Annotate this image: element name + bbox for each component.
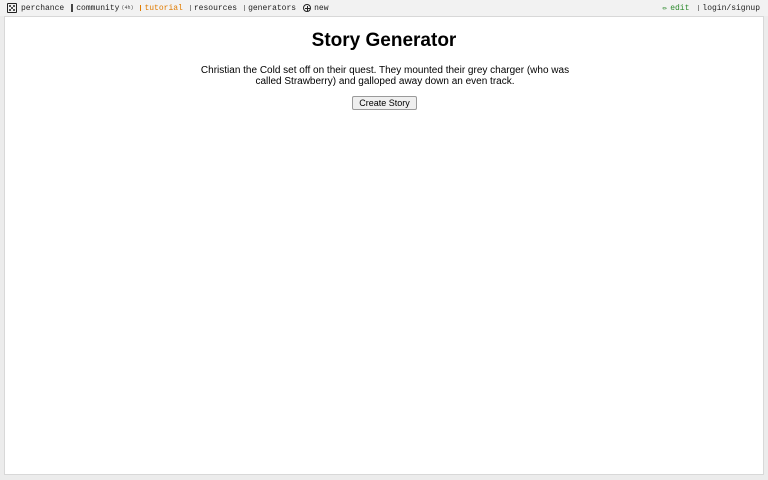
nav-left-group: perchance community (4h) tutorial resour… (7, 0, 336, 16)
dice-icon (7, 3, 17, 13)
plus-circle-icon (303, 4, 312, 12)
nav-generators-label: generators (248, 3, 297, 13)
community-count: (4h) (121, 5, 134, 11)
create-story-button[interactable]: Create Story (352, 96, 417, 110)
nav-community-label: community (76, 3, 120, 13)
nav-tutorial[interactable]: tutorial (140, 3, 183, 13)
nav-edit-label: edit (670, 3, 690, 13)
generators-icon (244, 5, 246, 11)
pencil-icon: ✏ (662, 4, 668, 13)
nav-edit[interactable]: ✏ edit (662, 3, 690, 14)
tutorial-icon (140, 5, 142, 11)
nav-community[interactable]: community (4h) (71, 4, 133, 13)
story-text: Christian the Cold set off on their ques… (200, 65, 570, 87)
nav-new[interactable]: new (303, 3, 329, 13)
nav-generators[interactable]: generators (244, 4, 296, 13)
nav-login-signup[interactable]: login/signup (698, 4, 760, 13)
nav-brand-label: perchance (21, 3, 65, 13)
nav-right-group: ✏ edit login/signup (653, 0, 760, 16)
nav-resources-label: resources (193, 3, 238, 13)
nav-tutorial-label: tutorial (144, 3, 183, 13)
nav-perchance-home[interactable]: perchance (7, 3, 64, 13)
user-icon (698, 5, 700, 11)
community-icon (71, 4, 74, 12)
page-title: Story Generator (311, 30, 457, 51)
nav-new-label: new (314, 3, 329, 13)
nav-resources[interactable]: resources (189, 3, 238, 13)
resources-icon (189, 5, 191, 11)
generator-panel: Story Generator Christian the Cold set o… (4, 16, 764, 475)
nav-login-label: login/signup (702, 3, 760, 13)
top-nav-bar: perchance community (4h) tutorial resour… (0, 0, 768, 16)
